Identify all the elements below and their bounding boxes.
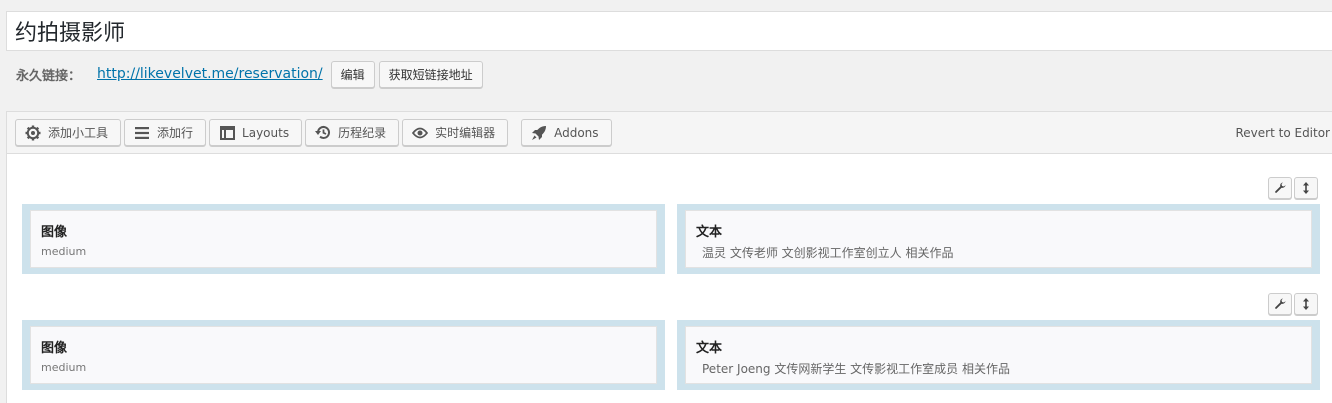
- history-label: 历程纪录: [338, 126, 387, 140]
- widget-title: 图像: [41, 225, 68, 240]
- vertical-arrows-icon: [1302, 295, 1310, 314]
- layout-icon: [218, 124, 236, 142]
- widget-title: 文本: [696, 225, 723, 240]
- widget-description: medium: [41, 361, 87, 374]
- wrench-icon: [1274, 295, 1286, 314]
- row-settings-button[interactable]: [1268, 177, 1292, 199]
- row-tools: [1268, 293, 1318, 315]
- revert-to-editor-link[interactable]: Revert to Editor: [1236, 112, 1331, 154]
- eye-icon: [411, 124, 429, 142]
- widget-description: 温灵 文传老师 文创影视工作室创立人 相关作品: [702, 246, 954, 260]
- layouts-label: Layouts: [242, 125, 290, 140]
- edit-permalink-button[interactable]: 编辑: [330, 60, 375, 88]
- layouts-button[interactable]: Layouts: [209, 119, 303, 146]
- post-title-input[interactable]: [7, 12, 1332, 50]
- addons-label: Addons: [554, 125, 599, 140]
- image-widget[interactable]: 图像 medium: [30, 326, 657, 384]
- rocket-icon: [530, 124, 548, 142]
- builder-toolbar: 添加小工具 添加行 Layouts 历程纪录 实时编辑器 Addons Reve…: [7, 112, 1332, 154]
- row-cell: 图像 medium: [22, 204, 665, 274]
- row-cell: 文本 温灵 文传老师 文创影视工作室创立人 相关作品: [677, 204, 1320, 274]
- vertical-arrows-icon: [1302, 179, 1310, 198]
- row-move-button[interactable]: [1294, 293, 1318, 315]
- menu-lines-icon: [133, 124, 151, 142]
- text-widget[interactable]: 文本 Peter Joeng 文传网新学生 文传影视工作室成员 相关作品: [685, 326, 1312, 384]
- row-tools: [1268, 177, 1318, 199]
- live-editor-button[interactable]: 实时编辑器: [402, 119, 509, 146]
- row-cell: 图像 medium: [22, 320, 665, 390]
- text-widget[interactable]: 文本 温灵 文传老师 文创影视工作室创立人 相关作品: [685, 210, 1312, 268]
- wrench-icon: [1274, 179, 1286, 198]
- widget-title: 图像: [41, 341, 68, 356]
- add-row-button[interactable]: 添加行: [124, 119, 207, 146]
- widget-description: Peter Joeng 文传网新学生 文传影视工作室成员 相关作品: [702, 362, 1010, 376]
- image-widget[interactable]: 图像 medium: [30, 210, 657, 268]
- permalink-link[interactable]: http://likevelvet.me/reservation/: [97, 66, 323, 82]
- add-widget-button[interactable]: 添加小工具: [15, 119, 122, 146]
- history-button[interactable]: 历程纪录: [305, 119, 400, 146]
- add-row-label: 添加行: [157, 126, 194, 140]
- row-cell: 文本 Peter Joeng 文传网新学生 文传影视工作室成员 相关作品: [677, 320, 1320, 390]
- widget-description: medium: [41, 245, 87, 258]
- addons-button[interactable]: Addons: [521, 119, 612, 146]
- live-editor-label: 实时编辑器: [435, 126, 496, 140]
- widget-title: 文本: [696, 341, 723, 356]
- row-settings-button[interactable]: [1268, 293, 1292, 315]
- permalink-bar: 永久链接： http://likevelvet.me/reservation/ …: [16, 60, 483, 88]
- add-widget-label: 添加小工具: [48, 126, 109, 140]
- gear-icon: [24, 124, 42, 142]
- history-icon: [314, 124, 332, 142]
- page-builder: 添加小工具 添加行 Layouts 历程纪录 实时编辑器 Addons Reve…: [6, 111, 1332, 403]
- permalink-label: 永久链接：: [16, 68, 82, 84]
- get-shortlink-button[interactable]: 获取短链接地址: [378, 60, 483, 88]
- post-title-field[interactable]: [6, 11, 1332, 51]
- row-move-button[interactable]: [1294, 177, 1318, 199]
